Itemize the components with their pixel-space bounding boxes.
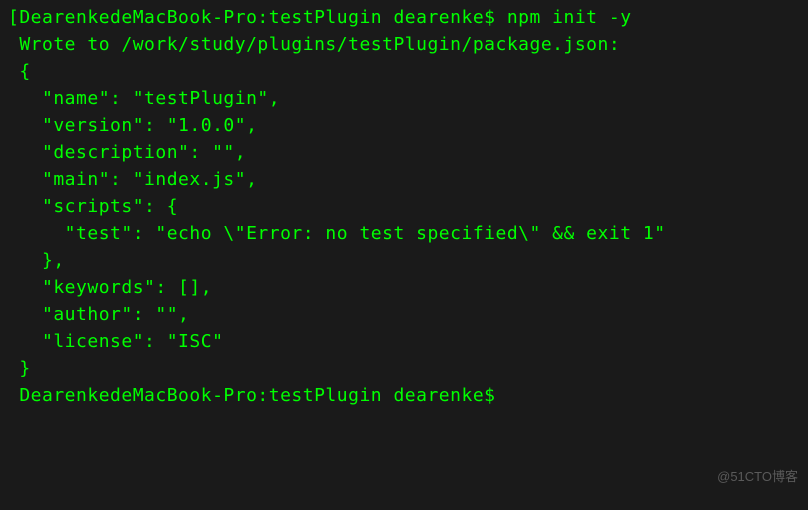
terminal-output-line: "description": "", (8, 139, 800, 166)
terminal-output-line: "scripts": { (8, 193, 800, 220)
watermark-text: @51CTO博客 (717, 467, 798, 487)
terminal-output-line: } (8, 355, 800, 382)
terminal-output[interactable]: [DearenkedeMacBook-Pro:testPlugin dearen… (8, 4, 800, 409)
terminal-output-line: Wrote to /work/study/plugins/testPlugin/… (8, 31, 800, 58)
terminal-prompt-line: DearenkedeMacBook-Pro:testPlugin dearenk… (8, 382, 800, 409)
terminal-output-line: "license": "ISC" (8, 328, 800, 355)
terminal-output-line: "test": "echo \"Error: no test specified… (8, 220, 800, 247)
terminal-output-line: "keywords": [], (8, 274, 800, 301)
terminal-output-line: }, (8, 247, 800, 274)
terminal-output-line: "name": "testPlugin", (8, 85, 800, 112)
terminal-output-line: "author": "", (8, 301, 800, 328)
terminal-output-line: "main": "index.js", (8, 166, 800, 193)
terminal-prompt-line: [DearenkedeMacBook-Pro:testPlugin dearen… (8, 4, 800, 31)
terminal-output-line: { (8, 58, 800, 85)
terminal-output-line: "version": "1.0.0", (8, 112, 800, 139)
